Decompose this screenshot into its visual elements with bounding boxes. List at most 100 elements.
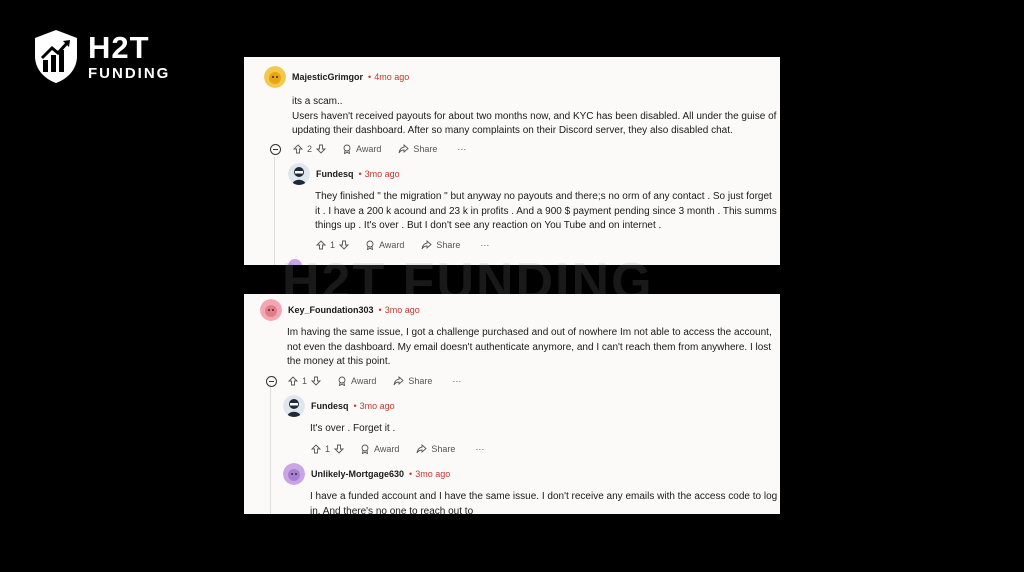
collapse-thread-button[interactable] (266, 376, 277, 387)
arrow-down-icon (311, 376, 322, 386)
separator-dot: • (378, 305, 382, 315)
comment-unlikely-mortgage630: Unlikely-Mortgage630 • 3mo ago (283, 463, 780, 485)
award-icon (366, 240, 374, 250)
share-button[interactable]: Share (421, 240, 460, 250)
arrow-down-icon (339, 240, 350, 250)
comment-time[interactable]: 3mo ago (360, 401, 395, 411)
award-button[interactable]: Award (337, 376, 376, 386)
upvote-button[interactable] (293, 144, 303, 154)
award-label: Award (356, 144, 382, 154)
share-icon (393, 376, 405, 386)
comment-line: It's over . Forget it . (310, 423, 396, 434)
comment-card-1: MajesticGrimgor • 4mo ago its a scam.. U… (244, 57, 780, 265)
arrow-down-icon (316, 144, 327, 154)
comment-card-2: Key_Foundation303 • 3mo ago Im having th… (244, 294, 780, 514)
award-button[interactable]: Award (360, 444, 399, 454)
comment-author[interactable]: Fundesq (316, 169, 354, 179)
avatar-partial (288, 259, 302, 265)
comment-body: I have a funded account and I have the s… (310, 490, 780, 514)
comment-actions: 2 Award Share ··· (293, 141, 780, 157)
award-button[interactable]: Award (342, 144, 381, 154)
award-button[interactable]: Award (365, 240, 404, 250)
comment-fundesq: Fundesq • 3mo ago (288, 163, 780, 185)
comment-author[interactable]: Key_Foundation303 (288, 305, 374, 315)
comment-body: Im having the same issue, I got a challe… (287, 326, 780, 370)
comment-key-foundation303: Key_Foundation303 • 3mo ago (260, 299, 780, 321)
separator-dot: • (358, 169, 362, 179)
share-icon (398, 144, 410, 154)
share-label: Share (413, 144, 438, 154)
avatar[interactable] (283, 395, 305, 417)
downvote-button[interactable] (311, 376, 322, 386)
award-icon (338, 376, 346, 386)
downvote-button[interactable] (316, 144, 327, 154)
separator-dot: • (353, 401, 357, 411)
share-button[interactable]: Share (393, 376, 432, 386)
downvote-button[interactable] (334, 444, 345, 454)
h2t-funding-logo: H2T FUNDING (32, 28, 170, 84)
award-label: Award (379, 240, 405, 250)
comment-actions: 1 Award Share ··· (311, 441, 780, 457)
arrow-up-icon (316, 240, 326, 250)
separator-dot: • (368, 72, 372, 82)
comment-author[interactable]: Fundesq (311, 401, 349, 411)
award-label: Award (351, 376, 377, 386)
comment-time[interactable]: 4mo ago (374, 72, 409, 82)
avatar[interactable] (264, 66, 286, 88)
comment-time[interactable]: 3mo ago (385, 305, 420, 315)
avatar[interactable] (260, 299, 282, 321)
vote-count: 1 (325, 444, 331, 454)
comment-line: not even the dashboard. My email doesn't… (287, 341, 772, 353)
avatar[interactable] (283, 463, 305, 485)
more-options-button[interactable]: ··· (480, 240, 489, 250)
comment-majesticgrimgor: MajesticGrimgor • 4mo ago (264, 66, 780, 88)
more-options-button[interactable]: ··· (475, 444, 484, 454)
shield-chart-icon (35, 30, 77, 83)
comment-body: They finished " the migration " but anyw… (315, 190, 780, 234)
share-icon (416, 444, 428, 454)
share-button[interactable]: Share (416, 444, 455, 454)
thread-line (274, 157, 275, 265)
comment-author[interactable]: MajesticGrimgor (292, 72, 363, 82)
comment-line: the money at this point. (287, 356, 391, 367)
share-label: Share (431, 444, 456, 454)
arrow-down-icon (334, 444, 345, 454)
comment-line: Users haven't received payouts for about… (292, 110, 777, 122)
comment-line: updating their dashboard. After so many … (292, 125, 733, 136)
comment-actions: 1 Award Share ··· (316, 237, 780, 253)
comment-line: They finished " the migration " but anyw… (315, 191, 772, 202)
comment-actions: 1 Award Share ··· (288, 373, 780, 389)
comment-body: It's over . Forget it . (310, 422, 780, 437)
award-label: Award (374, 444, 400, 454)
comment-line: things up . It's over . But I don't see … (315, 220, 662, 231)
logo-title: H2T (88, 29, 150, 65)
share-label: Share (408, 376, 433, 386)
arrow-up-icon (288, 376, 298, 386)
comment-time[interactable]: 3mo ago (365, 169, 400, 179)
comment-author[interactable]: Unlikely-Mortgage630 (311, 469, 404, 479)
upvote-button[interactable] (316, 240, 326, 250)
comment-body: its a scam.. Users haven't received payo… (292, 95, 780, 139)
collapse-thread-button[interactable] (270, 144, 281, 155)
upvote-button[interactable] (288, 376, 298, 386)
comment-line: I have a funded account and I have the s… (310, 491, 778, 502)
more-options-button[interactable]: ··· (452, 376, 461, 386)
share-button[interactable]: Share (398, 144, 437, 154)
avatar[interactable] (288, 163, 310, 185)
award-icon (343, 144, 351, 154)
comment-line: its a scam.. (292, 96, 343, 107)
downvote-button[interactable] (339, 240, 350, 250)
comment-line: it . I have a 200 k acound and 23 k in p… (315, 205, 777, 217)
award-icon (361, 444, 369, 454)
comment-line: in. And there's no one to reach out to (310, 505, 474, 515)
thread-line (270, 384, 271, 514)
comment-fundesq: Fundesq • 3mo ago (283, 395, 780, 417)
upvote-button[interactable] (311, 444, 321, 454)
share-label: Share (436, 240, 461, 250)
vote-count: 1 (330, 240, 336, 250)
arrow-up-icon (311, 444, 321, 454)
more-options-button[interactable]: ··· (457, 144, 466, 154)
vote-count: 1 (302, 376, 308, 386)
comment-time[interactable]: 3mo ago (415, 469, 450, 479)
comment-line: Im having the same issue, I got a challe… (287, 327, 772, 338)
